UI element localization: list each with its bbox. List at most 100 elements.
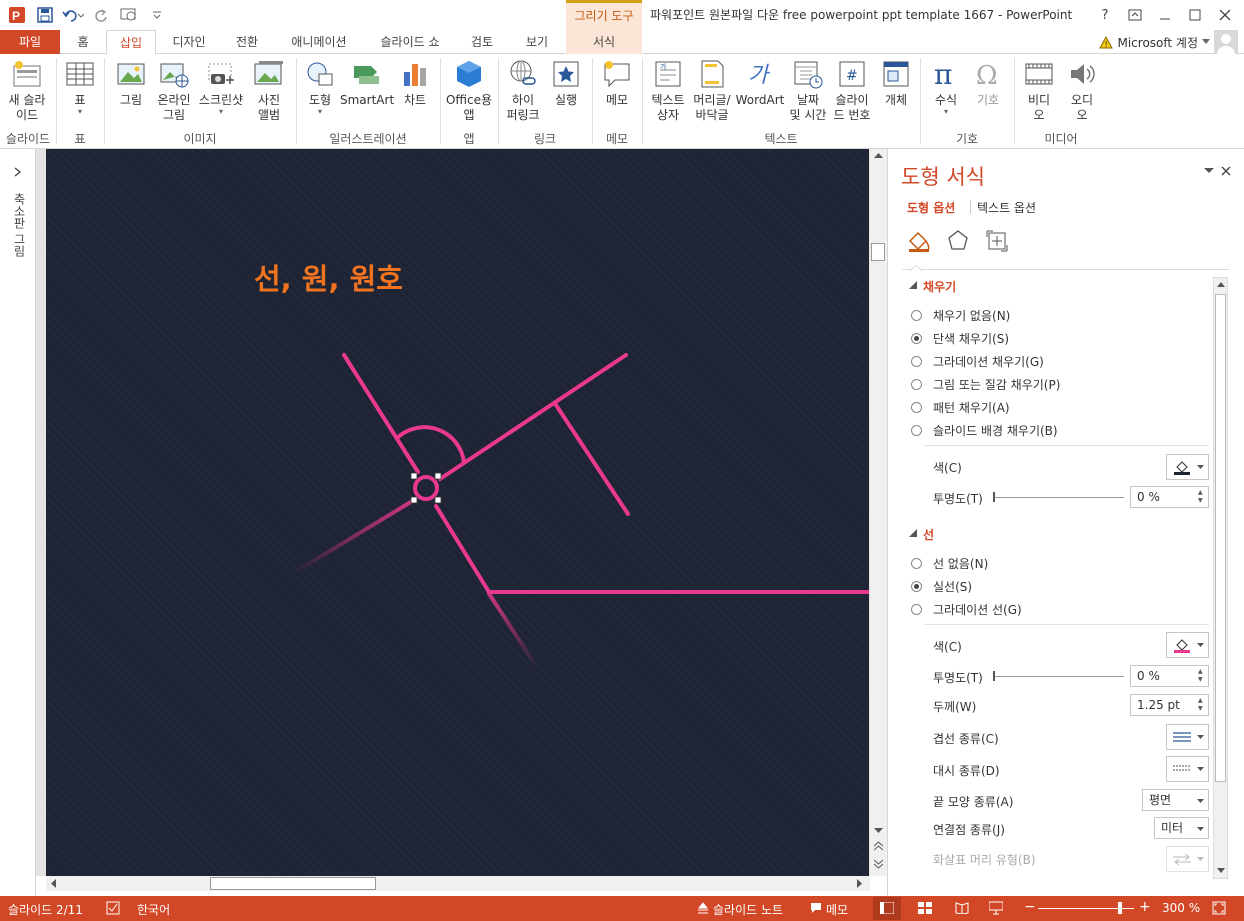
tab-design[interactable]: 디자인 <box>160 30 218 54</box>
date-time-button[interactable]: 날짜 및 시간 <box>786 58 830 123</box>
tab-file[interactable]: 파일 <box>0 30 60 54</box>
scroll-thumb[interactable] <box>871 243 885 261</box>
presentation-start-icon[interactable] <box>118 4 140 26</box>
notes-button[interactable]: 슬라이드 노트 <box>713 901 783 918</box>
spell-check-icon[interactable] <box>106 901 120 915</box>
slideshow-icon[interactable] <box>989 901 1003 915</box>
zoom-slider-thumb[interactable] <box>1118 902 1122 914</box>
tab-review[interactable]: 검토 <box>460 30 504 54</box>
textbox-button[interactable]: 가 텍스트 상자 <box>646 58 690 123</box>
radio-gradient-line[interactable]: 그라데이션 선(G) <box>911 601 1022 618</box>
shapes-button[interactable]: 도형 ▾ <box>300 58 340 116</box>
dash-type-dropdown[interactable] <box>1166 756 1209 782</box>
arrow-begin-type-dropdown[interactable] <box>1166 846 1209 872</box>
line-transparency-slider[interactable] <box>993 671 1124 681</box>
line-transparency-input[interactable]: 0 % ▲ ▼ <box>1130 665 1209 687</box>
zoom-in-icon[interactable]: + <box>1139 899 1151 915</box>
slide-sorter-icon[interactable] <box>918 902 932 914</box>
action-button[interactable]: 실행 <box>544 58 588 108</box>
scroll-thumb[interactable] <box>1215 294 1226 782</box>
header-footer-button[interactable]: 머리글/ 바닥글 <box>690 58 734 123</box>
radio-no-fill[interactable]: 채우기 없음(N) <box>911 307 1010 324</box>
office-apps-button[interactable]: Office용 앱 <box>444 58 494 123</box>
minimize-icon[interactable] <box>1150 0 1180 30</box>
thumbnail-pane-collapsed[interactable]: 축소판 그림 <box>0 149 36 896</box>
ribbon-display-options-icon[interactable] <box>1120 0 1150 30</box>
scroll-right-icon[interactable] <box>856 879 863 888</box>
vertical-scrollbar[interactable] <box>870 149 887 876</box>
redo-icon[interactable] <box>90 4 112 26</box>
zoom-slider[interactable] <box>1038 902 1134 914</box>
line-width-input[interactable]: 1.25 pt ▲ ▼ <box>1130 694 1209 716</box>
cap-type-dropdown[interactable]: 평면 <box>1142 789 1209 811</box>
radio-pattern-fill[interactable]: 패턴 채우기(A) <box>911 399 1010 416</box>
size-properties-icon[interactable] <box>985 229 1009 253</box>
comment-button[interactable]: 메모 <box>596 58 638 108</box>
undo-icon[interactable] <box>62 4 84 26</box>
tab-format[interactable]: 서식 <box>566 30 642 54</box>
hyperlink-button[interactable]: 하이 퍼링크 <box>502 58 544 123</box>
smartart-button[interactable]: SmartArt <box>340 58 394 108</box>
tab-view[interactable]: 보기 <box>512 30 562 54</box>
chevron-right-icon[interactable] <box>14 167 22 177</box>
close-icon[interactable] <box>1210 0 1240 30</box>
radio-picture-fill[interactable]: 그림 또는 질감 채우기(P) <box>911 376 1060 393</box>
slide-counter[interactable]: 슬라이드 2/11 <box>8 901 83 918</box>
collapse-line-icon[interactable] <box>909 529 917 537</box>
previous-slide-icon[interactable] <box>874 841 883 851</box>
photo-album-button[interactable]: 사진 앨범 <box>248 58 290 123</box>
online-picture-button[interactable]: 온라인 그림 <box>152 58 196 123</box>
object-button[interactable]: 개체 <box>876 58 916 108</box>
reading-view-icon[interactable] <box>955 902 969 914</box>
compound-type-dropdown[interactable] <box>1166 724 1209 750</box>
help-button[interactable]: ? <box>1090 0 1120 30</box>
pane-options-chevron-icon[interactable] <box>1204 168 1214 174</box>
slide-number-button[interactable]: # 슬라이 드 번호 <box>830 58 874 123</box>
scroll-thumb[interactable] <box>210 877 376 890</box>
table-button[interactable]: 표 ▾ <box>60 58 100 116</box>
horizontal-scrollbar[interactable] <box>46 876 870 891</box>
tab-insert[interactable]: 삽입 <box>106 30 156 55</box>
wordart-button[interactable]: 가 WordArt <box>734 58 786 108</box>
tab-slideshow[interactable]: 슬라이드 쇼 <box>366 30 454 54</box>
fill-section-header[interactable]: 채우기 <box>923 278 956 295</box>
picture-button[interactable]: 그림 <box>110 58 152 108</box>
comments-button[interactable]: 메모 <box>826 901 848 918</box>
scroll-up-icon[interactable] <box>1217 281 1225 287</box>
scroll-down-icon[interactable] <box>874 827 883 834</box>
account-area[interactable]: ! Microsoft 계정 <box>1099 30 1238 54</box>
customize-qat-icon[interactable] <box>146 4 168 26</box>
video-button[interactable]: 비디 오 <box>1018 58 1060 123</box>
radio-gradient-fill[interactable]: 그라데이션 채우기(G) <box>911 353 1044 370</box>
fill-color-picker[interactable] <box>1166 454 1209 480</box>
line-color-picker[interactable] <box>1166 632 1209 658</box>
powerpoint-logo-icon[interactable]: P <box>6 4 28 26</box>
pane-scrollbar[interactable] <box>1213 277 1228 879</box>
next-slide-icon[interactable] <box>874 859 883 869</box>
radio-solid-line[interactable]: 실선(S) <box>911 578 972 595</box>
tab-animations[interactable]: 애니메이션 <box>276 30 362 54</box>
new-slide-button[interactable]: 새 슬라 이드 <box>2 58 52 123</box>
fill-line-icon[interactable] <box>906 229 932 253</box>
tab-shape-options[interactable]: 도형 옵션 <box>907 199 955 216</box>
close-pane-icon[interactable] <box>1221 166 1231 176</box>
tab-transitions[interactable]: 전환 <box>222 30 272 54</box>
slide-title[interactable]: 선, 원, 원호 <box>254 262 403 296</box>
tab-home[interactable]: 홈 <box>64 30 102 54</box>
normal-view-button[interactable] <box>873 897 901 920</box>
symbol-button[interactable]: Ω 기호 <box>968 58 1008 108</box>
join-type-dropdown[interactable]: 미터 <box>1154 817 1209 839</box>
tab-text-options[interactable]: 텍스트 옵션 <box>977 199 1036 216</box>
audio-button[interactable]: 오디 오 <box>1062 58 1102 123</box>
radio-no-line[interactable]: 선 없음(N) <box>911 555 988 572</box>
scroll-down-icon[interactable] <box>1217 868 1225 874</box>
line-section-header[interactable]: 선 <box>923 526 934 543</box>
zoom-out-icon[interactable]: − <box>1024 899 1036 915</box>
scroll-left-icon[interactable] <box>50 879 57 888</box>
radio-background-fill[interactable]: 슬라이드 배경 채우기(B) <box>911 422 1058 439</box>
fit-slide-icon[interactable] <box>1212 901 1226 915</box>
zoom-level[interactable]: 300 % <box>1162 901 1200 915</box>
equation-button[interactable]: π 수식 ▾ <box>926 58 966 116</box>
chart-button[interactable]: 차트 <box>394 58 436 108</box>
screenshot-button[interactable]: 스크린샷 ▾ <box>196 58 246 116</box>
